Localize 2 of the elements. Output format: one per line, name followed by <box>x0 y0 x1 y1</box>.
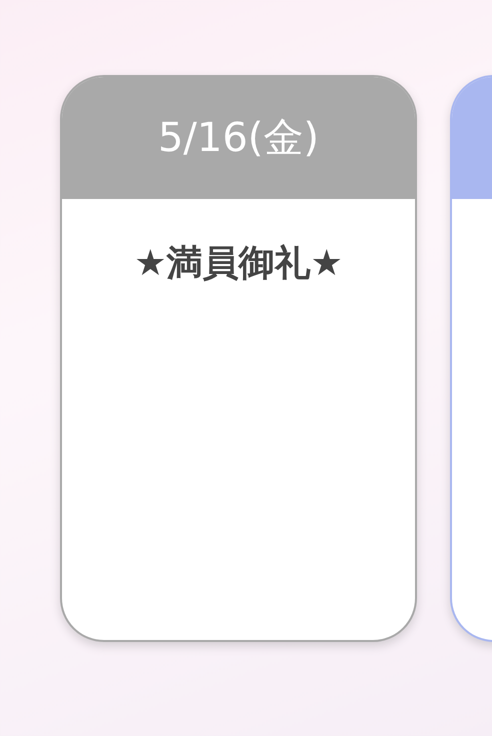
date-label: 5/16(金) <box>158 114 320 163</box>
status-label: ★満員御礼★ <box>134 242 343 286</box>
